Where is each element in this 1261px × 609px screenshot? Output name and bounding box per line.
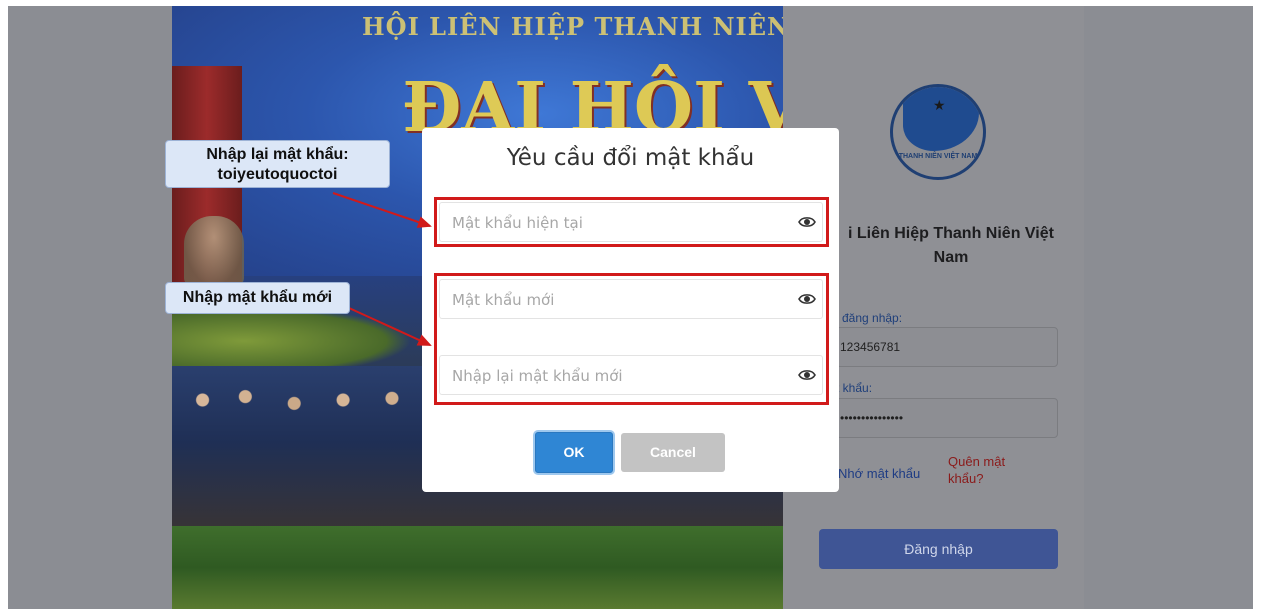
- screen: HỘI LIÊN HIỆP THANH NIÊN VIỆT ĐẠI HỘI VI…: [0, 0, 1261, 609]
- callout-retype-password: Nhập lại mật khẩu: toiyeutoquoctoi: [165, 140, 390, 188]
- arrow-to-current-password: [332, 192, 432, 228]
- callout-new-password: Nhập mật khẩu mới: [165, 282, 350, 314]
- arrow-to-new-password: [348, 307, 432, 346]
